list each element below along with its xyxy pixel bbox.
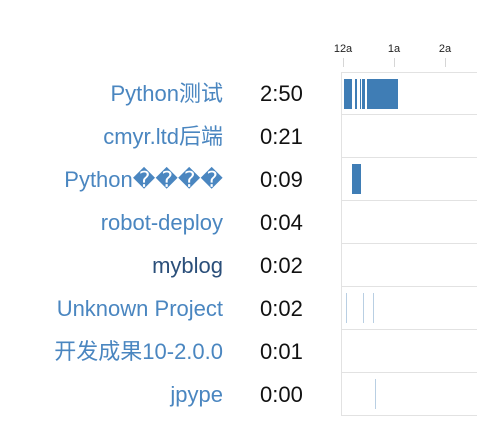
- project-name-link[interactable]: jpype: [170, 373, 223, 416]
- activity-segment[interactable]: [344, 79, 353, 109]
- project-row: Unknown Project 0:02: [0, 287, 477, 330]
- project-duration: 0:01: [260, 339, 303, 364]
- activity-segment[interactable]: [363, 293, 365, 323]
- project-name-link[interactable]: Python����: [64, 158, 223, 201]
- project-duration: 0:02: [260, 253, 303, 278]
- project-row: cmyr.ltd后端 0:21: [0, 115, 477, 158]
- project-name-link[interactable]: robot-deploy: [101, 201, 223, 244]
- project-name-link[interactable]: Unknown Project: [57, 287, 223, 330]
- activity-segment[interactable]: [345, 293, 347, 323]
- activity-segment[interactable]: [352, 164, 361, 194]
- project-row: jpype 0:00: [0, 373, 477, 416]
- project-timeline: [341, 201, 477, 244]
- activity-segment[interactable]: [375, 379, 377, 409]
- project-duration: 0:02: [260, 296, 303, 321]
- project-timeline: [341, 330, 477, 373]
- project-row: robot-deploy 0:04: [0, 201, 477, 244]
- project-row: Python测试 2:50: [0, 72, 477, 115]
- project-name-link[interactable]: cmyr.ltd后端: [103, 115, 223, 158]
- project-duration: 2:50: [260, 81, 303, 106]
- axis-tick-label: 2a: [438, 43, 452, 55]
- project-activity-panel: 12a 1a 2a Python测试 2:50 cmyr.ltd后端 0:21 Python…: [0, 0, 477, 439]
- axis-tick-mark: [343, 58, 344, 67]
- project-duration: 0:04: [260, 210, 303, 235]
- project-duration: 0:09: [260, 167, 303, 192]
- activity-segment[interactable]: [362, 79, 366, 109]
- project-row: 开发成果10-2.0.0 0:01: [0, 330, 477, 373]
- activity-segment[interactable]: [367, 79, 399, 109]
- project-name-link[interactable]: myblog: [152, 244, 223, 287]
- project-row: Python���� 0:09: [0, 158, 477, 201]
- activity-segment[interactable]: [354, 79, 358, 109]
- project-duration: 0:21: [260, 124, 303, 149]
- axis-tick-mark: [445, 58, 446, 67]
- project-name-link[interactable]: Python测试: [111, 72, 224, 115]
- project-name-link[interactable]: 开发成果10-2.0.0: [54, 330, 223, 373]
- project-duration: 0:00: [260, 382, 303, 407]
- axis-tick-label: 12a: [333, 43, 353, 55]
- activity-segment[interactable]: [359, 79, 361, 109]
- project-timeline: [341, 72, 477, 115]
- axis-tick-mark: [394, 58, 395, 67]
- axis-tick-label: 1a: [387, 43, 401, 55]
- project-row: myblog 0:02: [0, 244, 477, 287]
- project-timeline: [341, 373, 477, 416]
- project-timeline: [341, 244, 477, 287]
- project-timeline: [341, 158, 477, 201]
- project-timeline: [341, 115, 477, 158]
- activity-segment[interactable]: [372, 293, 374, 323]
- project-timeline: [341, 287, 477, 330]
